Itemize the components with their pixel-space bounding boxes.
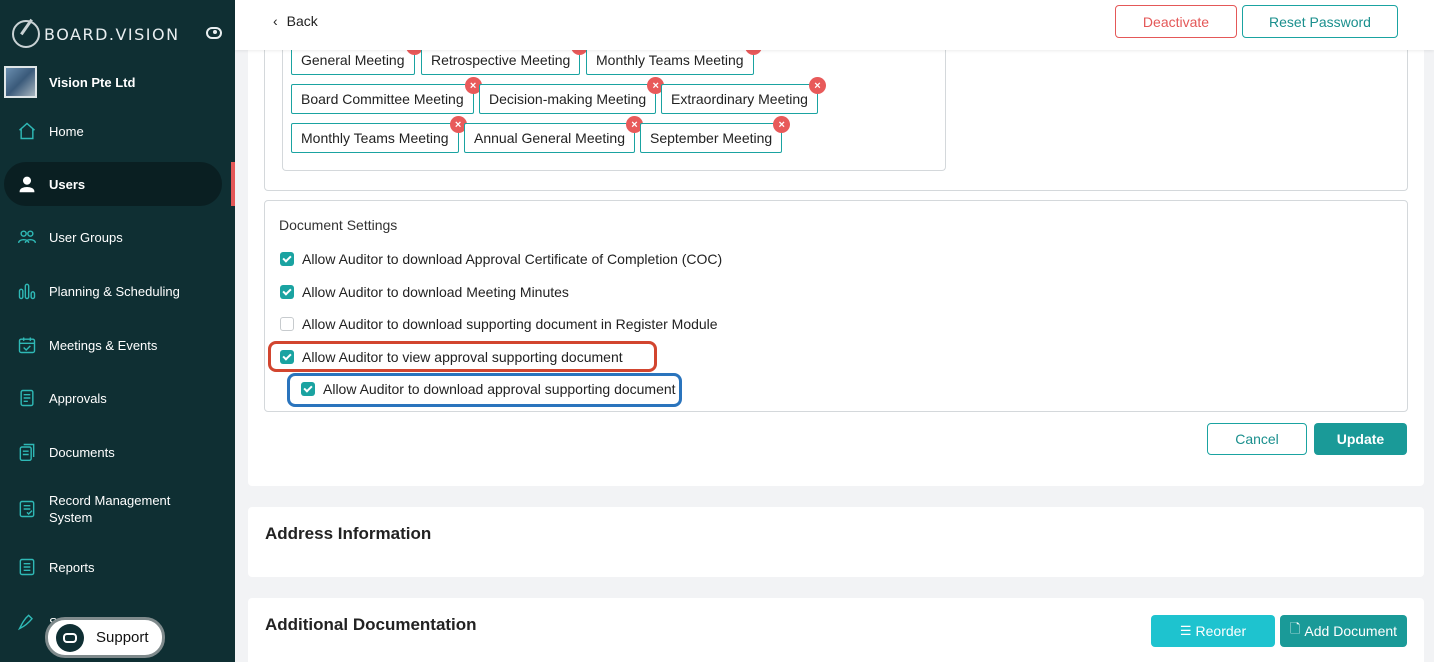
update-button[interactable]: Update (1314, 423, 1407, 455)
meeting-tag: Annual General Meeting × (464, 116, 643, 153)
sidebar-item-users[interactable]: Users (4, 162, 222, 206)
sidebar-item-label: Record Management System (49, 493, 171, 525)
additional-documentation-card: Additional Documentation ☰ Reorder 🗋 Add… (248, 598, 1424, 662)
checkbox-checked-icon[interactable] (280, 285, 294, 299)
meeting-tag: Board Committee Meeting × (291, 77, 482, 114)
meeting-tag: Monthly Teams Meeting × (291, 116, 467, 153)
meeting-tag-label: September Meeting (650, 130, 773, 146)
organization-switcher[interactable]: Vision Pte Ltd (4, 66, 135, 98)
meeting-tag: Decision-making Meeting × (479, 77, 665, 114)
chat-support-icon (56, 623, 84, 652)
sidebar-item-label: Meetings & Events (49, 337, 158, 353)
address-information-title: Address Information (265, 524, 432, 543)
reports-icon (16, 556, 38, 578)
cancel-button[interactable]: Cancel (1207, 423, 1307, 455)
back-link[interactable]: ‹ Back (273, 13, 318, 29)
additional-documentation-title: Additional Documentation (265, 615, 477, 634)
highlight-download-approval-option (287, 373, 682, 407)
meeting-tag-label: Board Committee Meeting (301, 91, 464, 107)
sidebar-item-label: User Groups (49, 229, 123, 245)
home-icon (16, 120, 38, 142)
option-label: Allow Auditor to download Meeting Minute… (302, 284, 569, 300)
chevron-left-icon: ‹ (273, 13, 278, 29)
checkbox-unchecked-icon[interactable] (280, 317, 294, 331)
deactivate-button[interactable]: Deactivate (1115, 5, 1237, 38)
meeting-tag: Extraordinary Meeting × (661, 77, 826, 114)
sidebar-toggle-icon[interactable] (206, 27, 222, 39)
organization-avatar (4, 66, 37, 98)
list-icon: ☰ (1179, 623, 1192, 638)
reorder-button[interactable]: ☰ Reorder (1151, 615, 1275, 647)
sidebar-item-label: Planning & Scheduling (49, 283, 180, 299)
meeting-tag-label: Decision-making Meeting (489, 91, 647, 107)
sidebar-item-user-groups[interactable]: User Groups (4, 215, 222, 259)
document-icon: 🗋 (1289, 621, 1301, 636)
sidebar-item-record-management[interactable]: Record Management System (4, 484, 222, 534)
sidebar-item-home[interactable]: Home (4, 109, 222, 153)
address-information-card: Address Information (248, 507, 1424, 577)
approval-doc-icon (16, 387, 38, 409)
option-download-minutes[interactable]: Allow Auditor to download Meeting Minute… (280, 284, 569, 300)
back-label: Back (286, 13, 318, 29)
organization-name: Vision Pte Ltd (49, 74, 136, 90)
add-document-button[interactable]: 🗋 Add Document (1280, 615, 1407, 647)
sidebar: BOARD.VISION Vision Pte Ltd Home Users U… (0, 0, 235, 662)
meeting-tag-label: General Meeting (301, 52, 405, 68)
option-download-coc[interactable]: Allow Auditor to download Approval Certi… (280, 251, 722, 267)
meeting-tag: September Meeting × (640, 116, 791, 153)
user-groups-icon (16, 226, 38, 248)
checkbox-checked-icon[interactable] (280, 252, 294, 266)
records-icon (16, 498, 38, 520)
remove-tag-icon[interactable]: × (808, 77, 826, 94)
sidebar-item-approvals[interactable]: Approvals (4, 376, 222, 420)
sidebar-item-label: Documents (49, 444, 115, 460)
brand[interactable]: BOARD.VISION (12, 18, 180, 50)
reset-password-button[interactable]: Reset Password (1242, 5, 1398, 38)
sidebar-item-documents[interactable]: Documents (4, 430, 222, 474)
calendar-icon (16, 334, 38, 356)
meeting-tag-label: Monthly Teams Meeting (301, 130, 449, 146)
chart-bars-icon (16, 280, 38, 302)
option-label: Allow Auditor to download Approval Certi… (302, 251, 723, 267)
meeting-tag-label: Annual General Meeting (474, 130, 625, 146)
support-button[interactable]: Support (45, 617, 165, 658)
option-download-register-docs[interactable]: Allow Auditor to download supporting doc… (280, 316, 718, 332)
sidebar-item-label: Home (49, 123, 84, 139)
meeting-tag-label: Monthly Teams Meeting (596, 52, 744, 68)
support-label: Support (96, 629, 149, 646)
sidebar-item-reports[interactable]: Reports (4, 545, 222, 589)
sidebar-item-label: Users (49, 176, 86, 192)
sidebar-item-meetings-events[interactable]: Meetings & Events (4, 323, 222, 367)
document-settings-title: Document Settings (279, 217, 398, 233)
meeting-tag-label: Retrospective Meeting (431, 52, 571, 68)
reorder-label: Reorder (1195, 623, 1247, 639)
active-item-marker (231, 162, 235, 206)
board-vision-logo-icon (12, 20, 40, 48)
meeting-tag-label: Extraordinary Meeting (671, 91, 808, 107)
sidebar-item-label: Approvals (49, 390, 107, 406)
top-bar: ‹ Back Deactivate Reset Password (235, 0, 1434, 50)
brand-name: BOARD.VISION (44, 24, 180, 44)
documents-icon (16, 441, 38, 463)
add-document-label: Add Document (1304, 623, 1398, 639)
sidebar-item-label: Reports (49, 559, 95, 575)
signature-icon (16, 611, 38, 633)
user-icon (16, 173, 38, 195)
option-label: Allow Auditor to download supporting doc… (302, 316, 718, 332)
sidebar-item-planning-scheduling[interactable]: Planning & Scheduling (4, 269, 222, 313)
highlight-view-approval-option (268, 341, 657, 372)
